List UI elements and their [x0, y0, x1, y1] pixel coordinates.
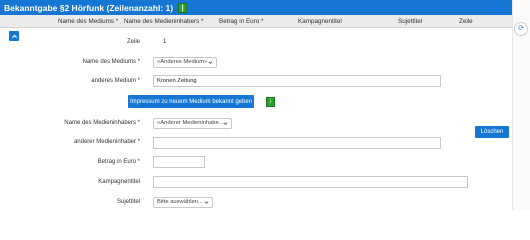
- inhaber-label: Name des Medieninhabers *: [64, 120, 140, 126]
- medium-label: Name des Mediums *: [82, 59, 140, 65]
- kampagne-input[interactable]: [153, 176, 468, 188]
- chevron-down-icon: [223, 122, 228, 125]
- col-kampagnentitel[interactable]: Kampagnentitel: [298, 18, 342, 25]
- sujet-label: Sujettitel: [116, 199, 140, 205]
- betrag-label: Betrag in Euro *: [97, 159, 140, 165]
- refresh-icon[interactable]: ⟳: [514, 22, 528, 36]
- kampagne-label: Kampagnentitel: [98, 179, 140, 185]
- anderer-inhaber-input[interactable]: [153, 137, 441, 149]
- zeile-value: 1: [163, 39, 167, 45]
- row-count-marker[interactable]: |: [178, 2, 188, 13]
- anderes-medium-label: anderes Medium *: [91, 78, 140, 84]
- inhaber-select-value: «Anderer Medieninhabe...: [157, 120, 224, 126]
- table-header: Name des Mediums * Name des Medieninhabe…: [0, 15, 512, 28]
- col-name-des-mediums[interactable]: Name des Mediums *: [58, 18, 118, 25]
- col-name-des-medieninhabers[interactable]: Name des Medieninhabers *: [124, 18, 203, 25]
- collapse-row-button[interactable]: [9, 31, 19, 41]
- betrag-input[interactable]: [153, 156, 205, 168]
- chevron-up-icon: [11, 34, 17, 38]
- col-zeile[interactable]: Zeile: [459, 18, 473, 25]
- impressum-button[interactable]: Impressum zu neuem Medium bekannt geben: [128, 95, 254, 108]
- chevron-down-icon: [208, 61, 213, 64]
- section-title-bar: Bekanntgabe §2 Hörfunk (Zeilenanzahl: 1)…: [0, 0, 512, 15]
- impressum-info-marker[interactable]: i: [266, 97, 275, 107]
- col-betrag[interactable]: Betrag in Euro *: [219, 18, 263, 25]
- sujet-select-value: Bitte auswählen...: [157, 199, 203, 205]
- inhaber-select[interactable]: «Anderer Medieninhabe...: [153, 118, 232, 129]
- chevron-down-icon: [204, 201, 209, 204]
- sujet-select[interactable]: Bitte auswählen...: [153, 197, 213, 208]
- anderer-inhaber-label: anderer Medieninhaber *: [73, 139, 140, 145]
- delete-button[interactable]: Löschen: [475, 126, 509, 138]
- section-title: Bekanntgabe §2 Hörfunk (Zeilenanzahl: 1): [4, 2, 174, 13]
- medium-select-value: «Anderes Medium»: [157, 59, 208, 65]
- col-sujettitel[interactable]: Sujettitel: [398, 18, 422, 25]
- zeile-label: Zeile: [126, 39, 140, 45]
- anderes-medium-input[interactable]: Kronen Zeitung: [153, 75, 441, 87]
- medium-select[interactable]: «Anderes Medium»: [153, 57, 217, 68]
